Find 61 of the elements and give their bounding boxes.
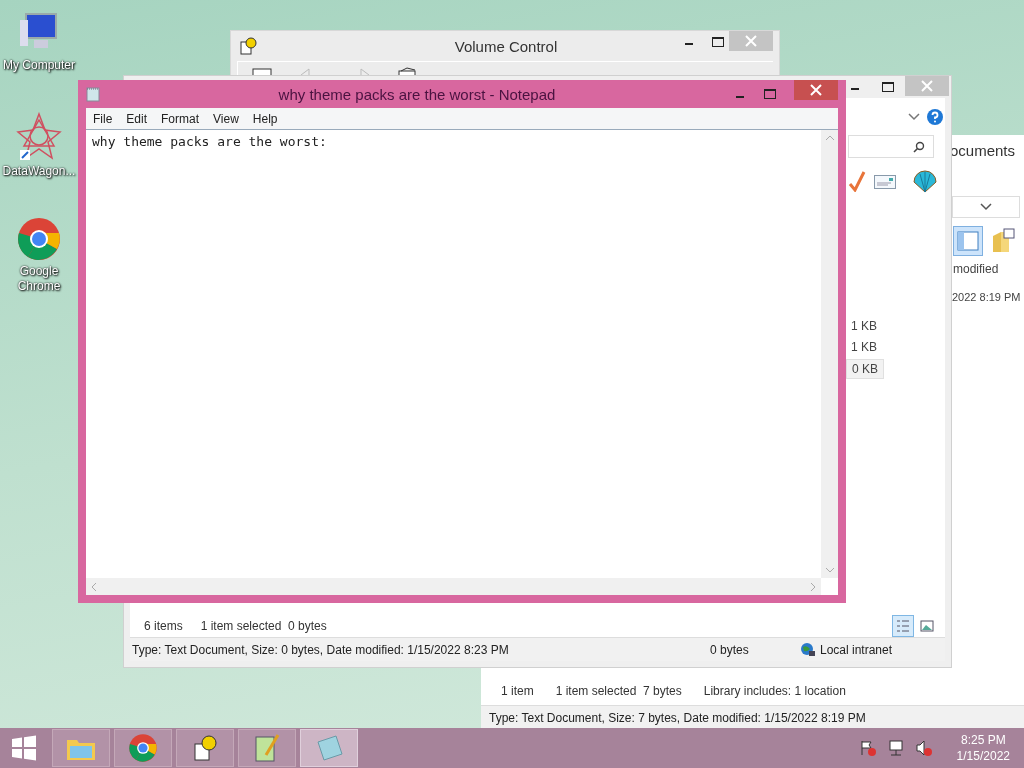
help-icon[interactable] <box>926 108 944 126</box>
window-title: Volume Control <box>453 38 559 55</box>
star-icon[interactable] <box>16 112 62 162</box>
status-text: 6 items <box>144 619 183 633</box>
status-text: 1 item <box>501 684 534 698</box>
folder-icon[interactable] <box>991 228 1015 254</box>
window-title: why theme packs are the worst - Notepad <box>277 85 557 103</box>
taskbar-button[interactable] <box>176 729 234 767</box>
table-cell[interactable]: 1 KB <box>846 338 882 356</box>
scroll-up-icon[interactable] <box>824 134 835 142</box>
chevron-down-icon[interactable] <box>908 113 920 121</box>
size-text: 0 bytes <box>710 642 750 657</box>
taskbar-button[interactable] <box>114 729 172 767</box>
scroll-down-icon[interactable] <box>824 566 835 574</box>
horizontal-scrollbar[interactable] <box>86 578 821 595</box>
close-button[interactable] <box>794 80 838 100</box>
taskbar-button[interactable] <box>238 729 296 767</box>
column-header[interactable]: modified <box>953 262 999 276</box>
scroll-left-icon[interactable] <box>90 581 98 592</box>
document-text: why theme packs are the worst: <box>92 134 327 149</box>
chrome-icon[interactable] <box>16 216 62 262</box>
maximize-button[interactable] <box>882 82 894 92</box>
close-icon <box>810 84 822 96</box>
table-cell[interactable]: 0 KB <box>846 359 884 379</box>
window-title: ocuments <box>950 142 1016 159</box>
details-view-icon[interactable] <box>893 616 913 636</box>
globe-icon <box>800 641 816 658</box>
details-text: Type: Text Document, Size: 7 bytes, Date modified: 1/15/2022 8:19 PM <box>489 710 866 725</box>
menu-item[interactable]: Edit <box>126 111 148 126</box>
windows-logo-icon <box>11 735 37 761</box>
close-icon <box>921 80 933 92</box>
search-field[interactable] <box>848 135 934 158</box>
vertical-scrollbar[interactable] <box>821 130 838 578</box>
zone-text: Local intranet <box>820 642 893 657</box>
table-cell[interactable]: 1 KB <box>846 317 882 335</box>
check-icon[interactable] <box>848 170 866 192</box>
flag-icon[interactable] <box>858 739 877 757</box>
notepad-icon <box>314 734 344 762</box>
status-text: 1 item selected 7 bytes <box>555 684 682 698</box>
details-text: Type: Text Document, Size: 0 bytes, Date modified: 1/15/2022 8:23 PM <box>132 642 510 657</box>
help-document-icon <box>193 734 217 762</box>
status-text: Library includes: 1 location <box>703 684 846 698</box>
notepad-pencil-icon <box>254 733 280 763</box>
help-document-icon <box>239 37 257 55</box>
menu-item[interactable]: Format <box>161 111 200 126</box>
status-text: 1 item selected 0 bytes <box>200 619 327 633</box>
maximize-button[interactable] <box>712 37 724 47</box>
menu-item[interactable]: Help <box>252 111 278 126</box>
speaker-muted-icon[interactable] <box>914 739 933 757</box>
notepad-icon <box>86 86 100 102</box>
shell-icon[interactable] <box>912 170 938 194</box>
scroll-right-icon[interactable] <box>809 581 817 592</box>
chrome-icon <box>128 733 158 763</box>
card-icon[interactable] <box>874 175 896 189</box>
table-cell: 2022 8:19 PM <box>952 291 1021 303</box>
search-icon <box>913 140 925 153</box>
menu-item[interactable]: View <box>213 111 239 126</box>
close-icon <box>745 35 757 47</box>
network-icon[interactable] <box>886 739 905 757</box>
layout-icon[interactable] <box>953 226 983 256</box>
menu-item[interactable]: File <box>93 111 113 126</box>
